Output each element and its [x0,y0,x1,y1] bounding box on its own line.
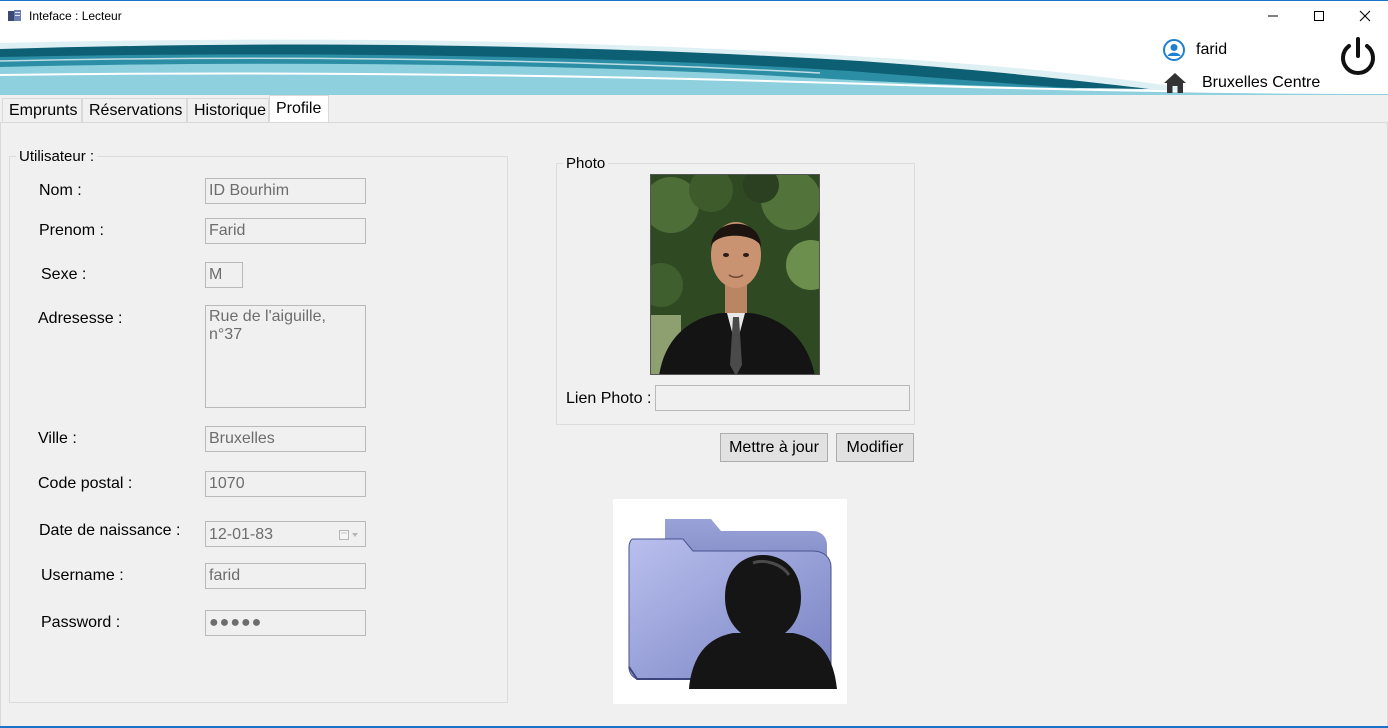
power-icon [1341,37,1375,75]
photo-group-legend: Photo [563,155,609,172]
tab-emprunts[interactable]: Emprunts [2,98,82,122]
code-postal-label: Code postal : [38,475,133,492]
user-group-legend: Utilisateur : [16,148,98,165]
lien-photo-field[interactable] [655,385,910,411]
adresse-field[interactable]: Rue de l'aiguille, n°37 [205,305,366,408]
tab-label: Emprunts [9,102,78,119]
user-folder-image [613,499,847,704]
ville-field[interactable] [205,426,366,452]
tab-label: Profile [276,100,322,117]
password-field[interactable] [205,610,366,636]
lien-photo-label: Lien Photo : [566,390,652,407]
tab-profile[interactable]: Profile [269,95,329,123]
profile-photo [650,174,820,375]
prenom-label: Prenom : [39,222,104,239]
mettre-a-jour-button[interactable]: Mettre à jour [720,433,828,462]
date-naissance-value: 12-01-83 [209,526,274,543]
sexe-field[interactable] [205,262,243,288]
maximize-button[interactable] [1296,1,1342,31]
tab-reservations[interactable]: Réservations [82,98,187,122]
logout-button[interactable] [1338,36,1378,76]
username-field[interactable] [205,563,366,589]
date-naissance-label: Date de naissance : [39,522,181,539]
code-postal-field[interactable] [205,471,366,497]
maximize-icon [1314,11,1324,21]
modifier-button[interactable]: Modifier [836,433,914,462]
user-name: farid [1196,41,1228,58]
close-button[interactable] [1342,1,1388,31]
close-icon [1359,10,1371,22]
user-icon [1163,39,1185,61]
tab-strip: Emprunts Réservations Historique Profile [0,95,1388,123]
home-icon [1164,73,1186,93]
password-label: Password : [41,614,121,631]
prenom-field[interactable] [205,218,366,244]
current-branch: Bruxelles Centre [1163,71,1320,95]
branch-name: Bruxelles Centre [1202,74,1321,91]
sexe-label: Sexe : [41,266,87,283]
app-icon [8,9,22,21]
profile-photo-image [651,175,819,374]
tab-label: Historique [194,102,267,119]
tab-label: Réservations [89,102,183,119]
minimize-icon [1268,15,1278,17]
window-title: Inteface : Lecteur [29,9,122,23]
tab-historique[interactable]: Historique [187,98,269,122]
user-folder-icon [628,519,837,689]
date-naissance-picker[interactable]: 12-01-83 [205,521,366,547]
current-user: farid [1163,38,1227,62]
ville-label: Ville : [38,430,77,447]
username-label: Username : [41,567,124,584]
nom-field[interactable] [205,178,366,204]
nom-label: Nom : [39,182,82,199]
calendar-dropdown-icon[interactable] [339,529,363,541]
adresse-label: Adresesse : [38,310,123,327]
minimize-button[interactable] [1250,1,1296,31]
title-bar: Inteface : Lecteur [0,0,1388,31]
